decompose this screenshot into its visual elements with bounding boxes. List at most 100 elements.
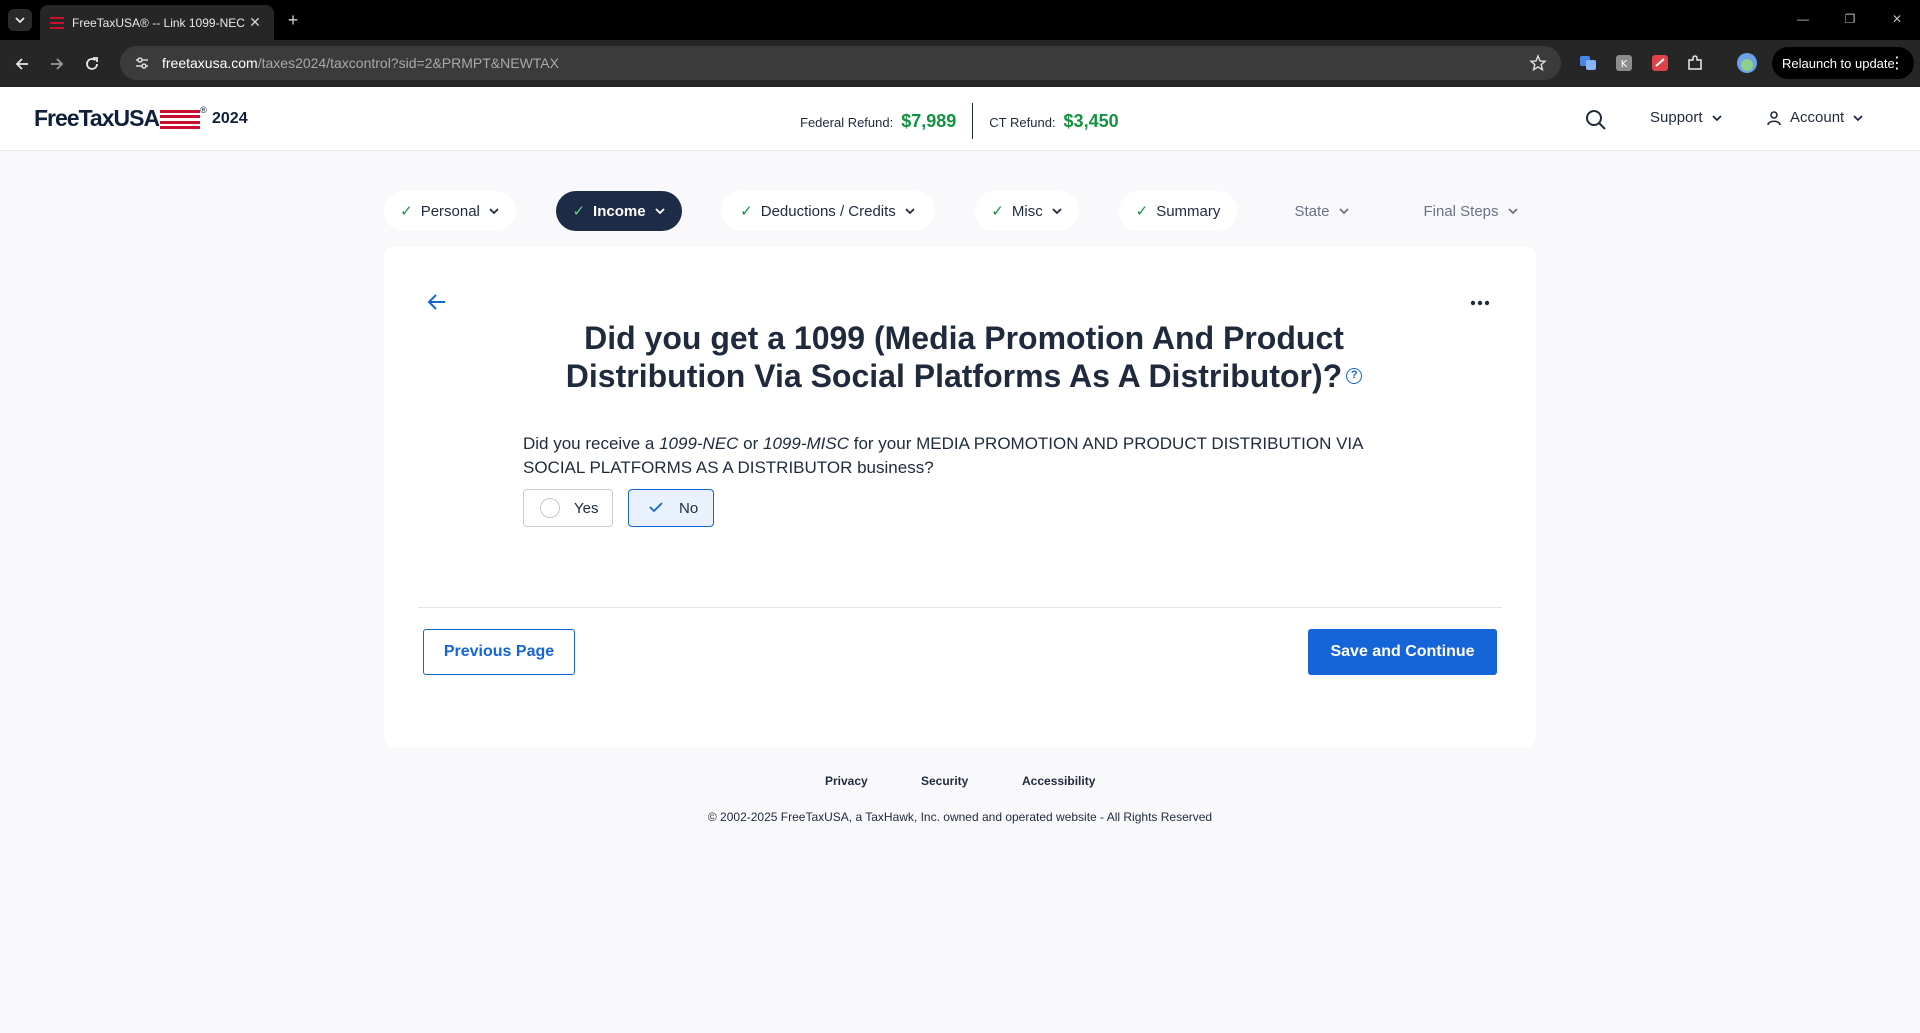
svg-text:K: K	[1621, 59, 1628, 70]
relaunch-update-button[interactable]: Relaunch to update ⋮	[1772, 47, 1914, 79]
close-window-icon[interactable]: ✕	[1882, 8, 1912, 30]
browser-tab[interactable]: FreeTaxUSA® -- Link 1099-NEC ✕	[40, 5, 274, 40]
form-1099-nec: 1099-NEC	[659, 434, 739, 453]
freetaxusa-logo[interactable]: FreeTaxUSA ®	[34, 105, 207, 132]
refund-summary: Federal Refund: $7,989 CT Refund: $3,450	[800, 103, 1119, 139]
step-label: Income	[593, 202, 646, 220]
radio-empty-icon	[540, 498, 560, 518]
question-prompt: Did you receive a 1099-NEC or 1099-MISC …	[523, 432, 1403, 480]
browser-tab-bar: FreeTaxUSA® -- Link 1099-NEC ✕ + — ❐ ✕	[0, 0, 1920, 40]
step-label: Summary	[1156, 202, 1221, 220]
federal-refund-label: Federal Refund:	[800, 114, 894, 130]
site-header: FreeTaxUSA ® 2024 Federal Refund: $7,989…	[0, 87, 1920, 151]
prompt-text-b: or	[738, 434, 764, 453]
check-icon: ✓	[572, 203, 586, 220]
option-yes-button[interactable]: Yes	[523, 489, 613, 527]
translate-extension-icon[interactable]	[1576, 51, 1600, 75]
question-line-2: Distribution Via Social Platforms As A D…	[565, 358, 1343, 394]
step-summary[interactable]: ✓ Summary	[1119, 191, 1237, 231]
step-final-steps[interactable]: Final Steps	[1407, 191, 1535, 231]
check-icon: ✓	[991, 203, 1004, 220]
tax-year: 2024	[212, 110, 248, 127]
search-icon[interactable]	[1584, 108, 1608, 132]
chevron-down-icon	[489, 208, 499, 215]
step-deductions-credits[interactable]: ✓ Deductions / Credits	[721, 191, 935, 231]
relaunch-label: Relaunch to update	[1782, 55, 1895, 71]
copyright-text: © 2002-2025 FreeTaxUSA, a TaxHawk, Inc. …	[707, 810, 1213, 824]
federal-refund-value: $7,989	[901, 110, 957, 131]
refund-divider	[972, 103, 974, 139]
federal-refund: Federal Refund: $7,989	[800, 111, 956, 132]
logo-registered-mark: ®	[200, 104, 207, 115]
chevron-down-icon	[654, 208, 665, 215]
chevron-down-icon	[905, 208, 915, 215]
chevron-down-icon	[1711, 114, 1722, 121]
state-refund: CT Refund: $3,450	[989, 111, 1118, 132]
logo-flag-icon	[160, 109, 201, 130]
restore-icon[interactable]: ❐	[1835, 8, 1865, 30]
account-menu[interactable]: Account	[1766, 109, 1864, 126]
browser-toolbar: freetaxusa.com/taxes2024/taxcontrol?sid=…	[0, 40, 1920, 87]
chevron-down-icon	[1853, 114, 1863, 121]
question-card: Did you get a 1099 (Media Promotion And …	[384, 247, 1536, 747]
step-state[interactable]: State	[1277, 191, 1367, 231]
reload-icon[interactable]	[80, 52, 104, 76]
check-icon: ✓	[740, 203, 753, 220]
step-misc[interactable]: ✓ Misc	[975, 191, 1079, 231]
forward-icon[interactable]	[45, 52, 69, 76]
url-path: /taxes2024/taxcontrol?sid=2&PRMPT&NEWTAX	[257, 55, 559, 71]
profile-avatar-icon[interactable]	[1735, 51, 1759, 75]
form-1099-misc: 1099-MISC	[763, 434, 849, 453]
prompt-text-a: Did you receive a	[523, 434, 660, 453]
site-settings-icon[interactable]	[134, 55, 150, 71]
browser-menu-icon[interactable]: ⋮	[1889, 53, 1905, 73]
chevron-down-icon	[1507, 208, 1518, 215]
check-icon: ✓	[1135, 203, 1149, 220]
bookmark-star-icon[interactable]	[1529, 54, 1547, 72]
account-label: Account	[1790, 109, 1845, 126]
close-tab-icon[interactable]: ✕	[246, 14, 264, 31]
footer-link-privacy[interactable]: Privacy	[825, 774, 868, 788]
chevron-down-icon	[1338, 208, 1349, 215]
back-icon[interactable]	[10, 52, 34, 76]
puzzle-extensions-icon[interactable]	[1683, 51, 1707, 75]
footer-link-accessibility[interactable]: Accessibility	[1022, 774, 1095, 788]
address-bar[interactable]: freetaxusa.com/taxes2024/taxcontrol?sid=…	[120, 46, 1561, 80]
more-options-icon[interactable]	[1468, 291, 1492, 315]
new-tab-icon[interactable]: +	[282, 9, 304, 31]
step-personal[interactable]: ✓ Personal	[384, 191, 516, 231]
back-arrow-icon[interactable]	[426, 291, 450, 315]
option-yes-label: Yes	[574, 499, 599, 517]
support-menu[interactable]: Support	[1650, 109, 1723, 126]
question-line-1: Did you get a 1099 (Media Promotion And …	[584, 320, 1344, 356]
step-label: Deductions / Credits	[760, 202, 896, 220]
divider	[418, 607, 1502, 608]
state-refund-value: $3,450	[1063, 110, 1119, 131]
favicon-icon	[50, 16, 64, 29]
previous-page-button[interactable]: Previous Page	[423, 629, 575, 675]
option-no-button[interactable]: No	[628, 489, 714, 527]
support-label: Support	[1650, 109, 1703, 126]
step-label: Misc	[1011, 202, 1043, 220]
page-title: Did you get a 1099 (Media Promotion And …	[504, 319, 1424, 395]
tab-search-chevron-icon[interactable]	[8, 9, 32, 31]
option-no-label: No	[679, 499, 699, 517]
save-and-continue-button[interactable]: Save and Continue	[1308, 629, 1497, 675]
logo-wordmark: FreeTaxUSA	[34, 105, 160, 131]
minimize-icon[interactable]: —	[1788, 8, 1818, 30]
url-host: freetaxusa.com	[162, 55, 258, 71]
check-icon: ✓	[400, 203, 413, 220]
extension-icon[interactable]: K	[1612, 51, 1636, 75]
check-icon	[649, 500, 663, 517]
help-icon[interactable]: ?	[1346, 367, 1363, 384]
step-label: Personal	[420, 202, 480, 220]
footer-link-security[interactable]: Security	[921, 774, 968, 788]
step-label: Final Steps	[1423, 202, 1499, 220]
pdf-extension-icon[interactable]	[1648, 51, 1672, 75]
chevron-down-icon	[1052, 208, 1062, 215]
user-icon	[1767, 110, 1781, 125]
step-income[interactable]: ✓ Income	[556, 191, 682, 231]
state-refund-label: CT Refund:	[989, 114, 1056, 130]
step-label: State	[1294, 202, 1330, 220]
tab-title: FreeTaxUSA® -- Link 1099-NEC	[72, 15, 245, 30]
